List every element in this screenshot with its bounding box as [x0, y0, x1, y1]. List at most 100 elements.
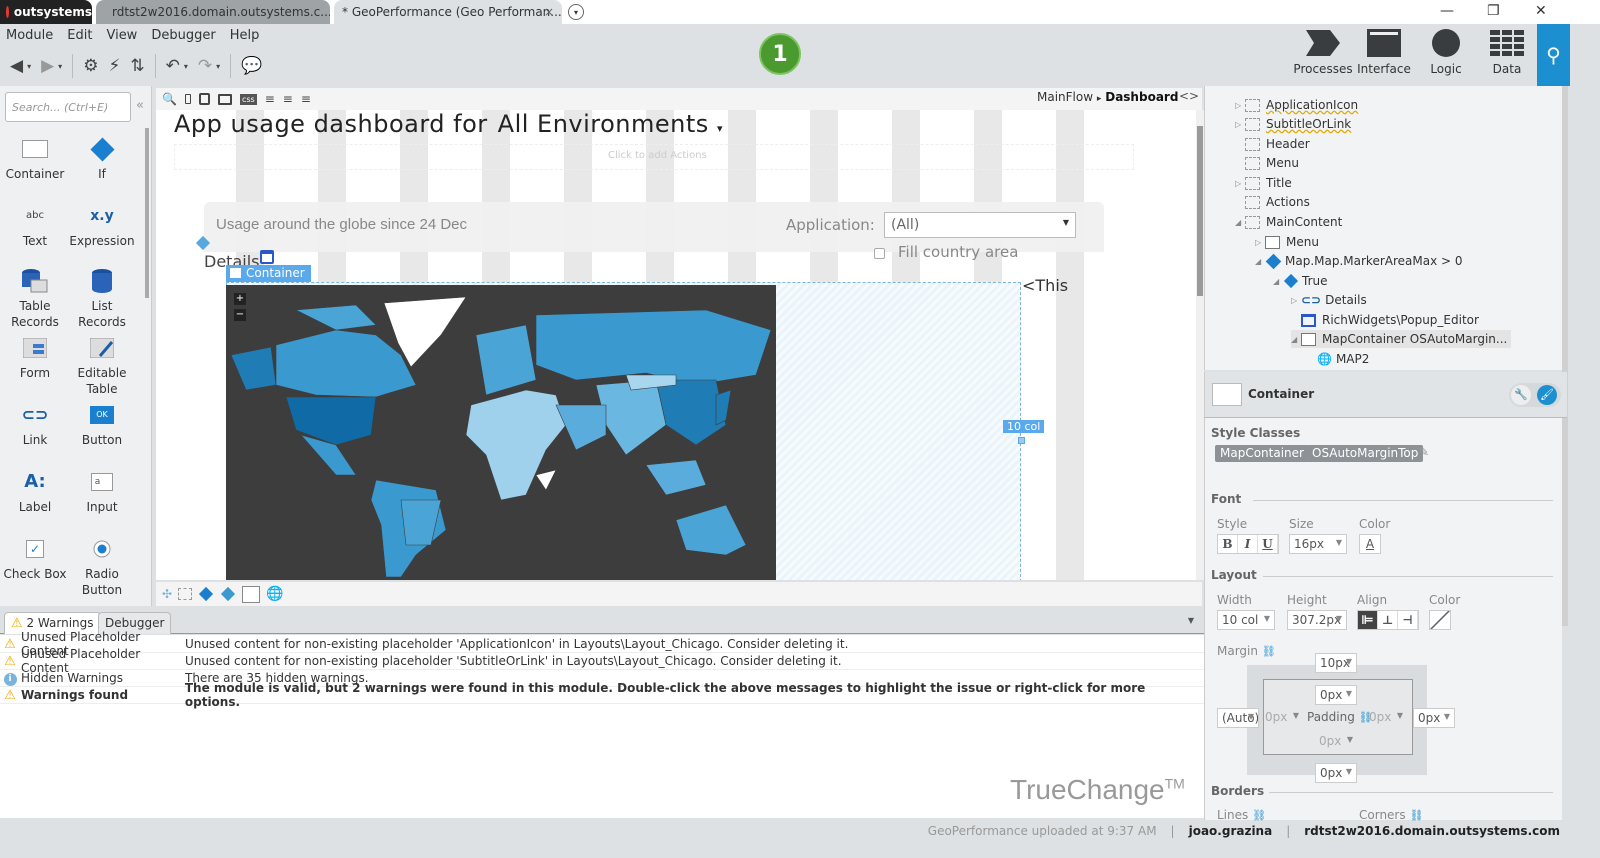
align-left-button[interactable]: ⊫: [1358, 611, 1378, 629]
tab-module[interactable]: * GeoPerformance (Geo Performan... ×: [334, 0, 562, 24]
tree-scrollbar[interactable]: [1562, 86, 1568, 626]
brand-tab[interactable]: outsystems: [0, 0, 92, 24]
phone-view-icon[interactable]: [184, 94, 191, 104]
redo-icon[interactable]: ↷: [198, 56, 212, 76]
padding-right-select[interactable]: 0px ▼: [1365, 708, 1407, 728]
widget-button[interactable]: OK Button: [69, 398, 135, 448]
widget-table-records[interactable]: Table Records: [2, 264, 68, 330]
toolbox-scrollbar[interactable]: [145, 128, 149, 298]
environment-selector[interactable]: All Environments: [498, 110, 709, 138]
application-select[interactable]: (All) ▼: [884, 212, 1076, 238]
tab-list-dropdown[interactable]: ▾: [568, 4, 584, 20]
tree-node[interactable]: ▷ Title: [1235, 174, 1292, 192]
tree-node[interactable]: ▷ ⊂⊃ Details: [1291, 291, 1367, 309]
panel-dropdown-icon[interactable]: ▼: [1188, 616, 1194, 625]
margin-bottom-select[interactable]: 0px ▼: [1315, 763, 1357, 783]
widget-link[interactable]: ⊂⊃ Link: [2, 398, 68, 448]
menu-debugger[interactable]: Debugger: [151, 28, 215, 43]
gear-icon[interactable]: ⚙: [83, 56, 98, 76]
undo-icon[interactable]: ↶: [166, 56, 180, 76]
margin-left-select[interactable]: (Auto) ▼: [1217, 708, 1259, 728]
forward-icon[interactable]: ▶: [41, 56, 54, 76]
toggle-code-button[interactable]: <>: [1179, 89, 1199, 103]
widget-text[interactable]: abc Text: [2, 199, 68, 249]
padding-bottom-select[interactable]: 0px ▼: [1315, 732, 1357, 752]
style-class-chip[interactable]: OSAutoMarginTop: [1307, 445, 1424, 462]
breadcrumb-screen[interactable]: Dashboard: [1105, 90, 1178, 104]
width-select[interactable]: 10 col ▼: [1217, 610, 1275, 630]
canvas-scrollbar[interactable]: [1196, 110, 1204, 580]
bg-color-picker[interactable]: [1429, 610, 1451, 630]
align-center-icon[interactable]: ≡: [283, 92, 293, 106]
close-window-button[interactable]: ✕: [1535, 3, 1547, 19]
environment-dropdown-icon[interactable]: ▾: [717, 122, 723, 135]
bold-button[interactable]: B: [1218, 535, 1238, 553]
undo-dropdown-icon[interactable]: ▾: [184, 62, 188, 71]
page-title[interactable]: App usage dashboard for All Environments …: [174, 110, 723, 138]
menu-view[interactable]: View: [106, 28, 137, 43]
tree-node[interactable]: Header: [1235, 135, 1310, 153]
tree-node[interactable]: 🌐 MAP2: [1317, 350, 1369, 368]
widget-label[interactable]: A: Label: [2, 465, 68, 515]
map-zoom-in-button[interactable]: +: [234, 293, 246, 305]
menu-help[interactable]: Help: [230, 28, 260, 43]
height-select[interactable]: 307.2px ▼: [1287, 610, 1347, 630]
widget-editable-table[interactable]: Editable Table: [69, 331, 135, 397]
tree-node[interactable]: Menu: [1235, 154, 1299, 172]
align-right-button[interactable]: ⊣: [1398, 611, 1418, 629]
chat-icon[interactable]: 💬: [241, 56, 262, 76]
menu-module[interactable]: Module: [6, 28, 53, 43]
nav-logic[interactable]: Logic: [1416, 28, 1476, 76]
forward-dropdown-icon[interactable]: ▾: [58, 62, 62, 71]
widget-checkbox[interactable]: ✓ Check Box: [2, 532, 68, 582]
widget-if[interactable]: If: [69, 132, 135, 182]
warning-row[interactable]: ⚠ Warnings found The module is valid, but …: [0, 681, 1204, 709]
warning-row[interactable]: ⚠ Unused Placeholder Content Unused conten…: [0, 647, 1204, 675]
tree-node[interactable]: Actions: [1235, 193, 1310, 211]
font-color-picker[interactable]: A: [1359, 534, 1381, 554]
align-center-button[interactable]: ⊥: [1378, 611, 1398, 629]
restore-button[interactable]: ❐: [1487, 3, 1500, 19]
dependencies-icon[interactable]: ⇅: [130, 56, 144, 76]
scrollbar-thumb[interactable]: [1197, 126, 1203, 296]
toolbox-search-input[interactable]: Search... (Ctrl+E): [5, 92, 131, 122]
padding-left-select[interactable]: 0px ▼: [1261, 708, 1303, 728]
screen-icon[interactable]: ✣: [162, 587, 172, 601]
plug-icon[interactable]: ⚡: [108, 56, 120, 76]
underline-button[interactable]: U: [1258, 535, 1278, 553]
placeholder-icon[interactable]: [178, 588, 193, 600]
align-right-icon[interactable]: ≡: [301, 92, 311, 106]
tab-server[interactable]: rdtst2w2016.domain.outsystems.c...: [96, 0, 330, 24]
preview-icon[interactable]: 🔍: [162, 92, 177, 106]
search-button[interactable]: ⚲: [1537, 24, 1570, 86]
widget-form[interactable]: Form: [2, 331, 68, 381]
back-dropdown-icon[interactable]: ▾: [27, 62, 31, 71]
tree-node[interactable]: ◢ True: [1273, 272, 1328, 290]
menu-edit[interactable]: Edit: [67, 28, 92, 43]
nav-data[interactable]: Data: [1477, 28, 1537, 76]
tree-node[interactable]: ▷ ApplicationIcon: [1235, 96, 1358, 114]
if-icon[interactable]: [198, 586, 214, 602]
tree-node[interactable]: RichWidgets\Popup_Editor: [1291, 311, 1479, 329]
nav-processes[interactable]: Processes: [1293, 28, 1353, 76]
wrench-icon[interactable]: 🔧: [1511, 385, 1531, 405]
widget-input[interactable]: a Input: [69, 465, 135, 515]
widget-container[interactable]: Container: [2, 132, 68, 182]
screen-canvas[interactable]: App usage dashboard for All Environments …: [156, 110, 1196, 580]
nav-interface[interactable]: Interface: [1354, 28, 1414, 76]
desktop-view-icon[interactable]: [217, 93, 232, 105]
breadcrumb-flow[interactable]: MainFlow: [1037, 90, 1093, 104]
redo-dropdown-icon[interactable]: ▾: [216, 62, 220, 71]
true-branch-icon[interactable]: [220, 586, 236, 602]
tree-node[interactable]: ▷ SubtitleOrLink: [1235, 115, 1351, 133]
italic-button[interactable]: I: [1238, 535, 1258, 553]
padding-top-select[interactable]: 0px ▼: [1315, 685, 1357, 705]
brush-icon[interactable]: 🖌: [1537, 385, 1557, 405]
tree-node-selected[interactable]: ◢ MapContainer OSAutoMargin...: [1291, 330, 1512, 348]
tablet-view-icon[interactable]: [198, 93, 210, 105]
align-left-icon[interactable]: ≡: [265, 92, 275, 106]
margin-top-select[interactable]: 10px ▼: [1315, 653, 1357, 673]
edit-classes-icon[interactable]: ✎: [1419, 445, 1429, 459]
style-class-chip[interactable]: MapContainer: [1215, 445, 1309, 462]
close-tab-icon[interactable]: ×: [544, 5, 554, 19]
